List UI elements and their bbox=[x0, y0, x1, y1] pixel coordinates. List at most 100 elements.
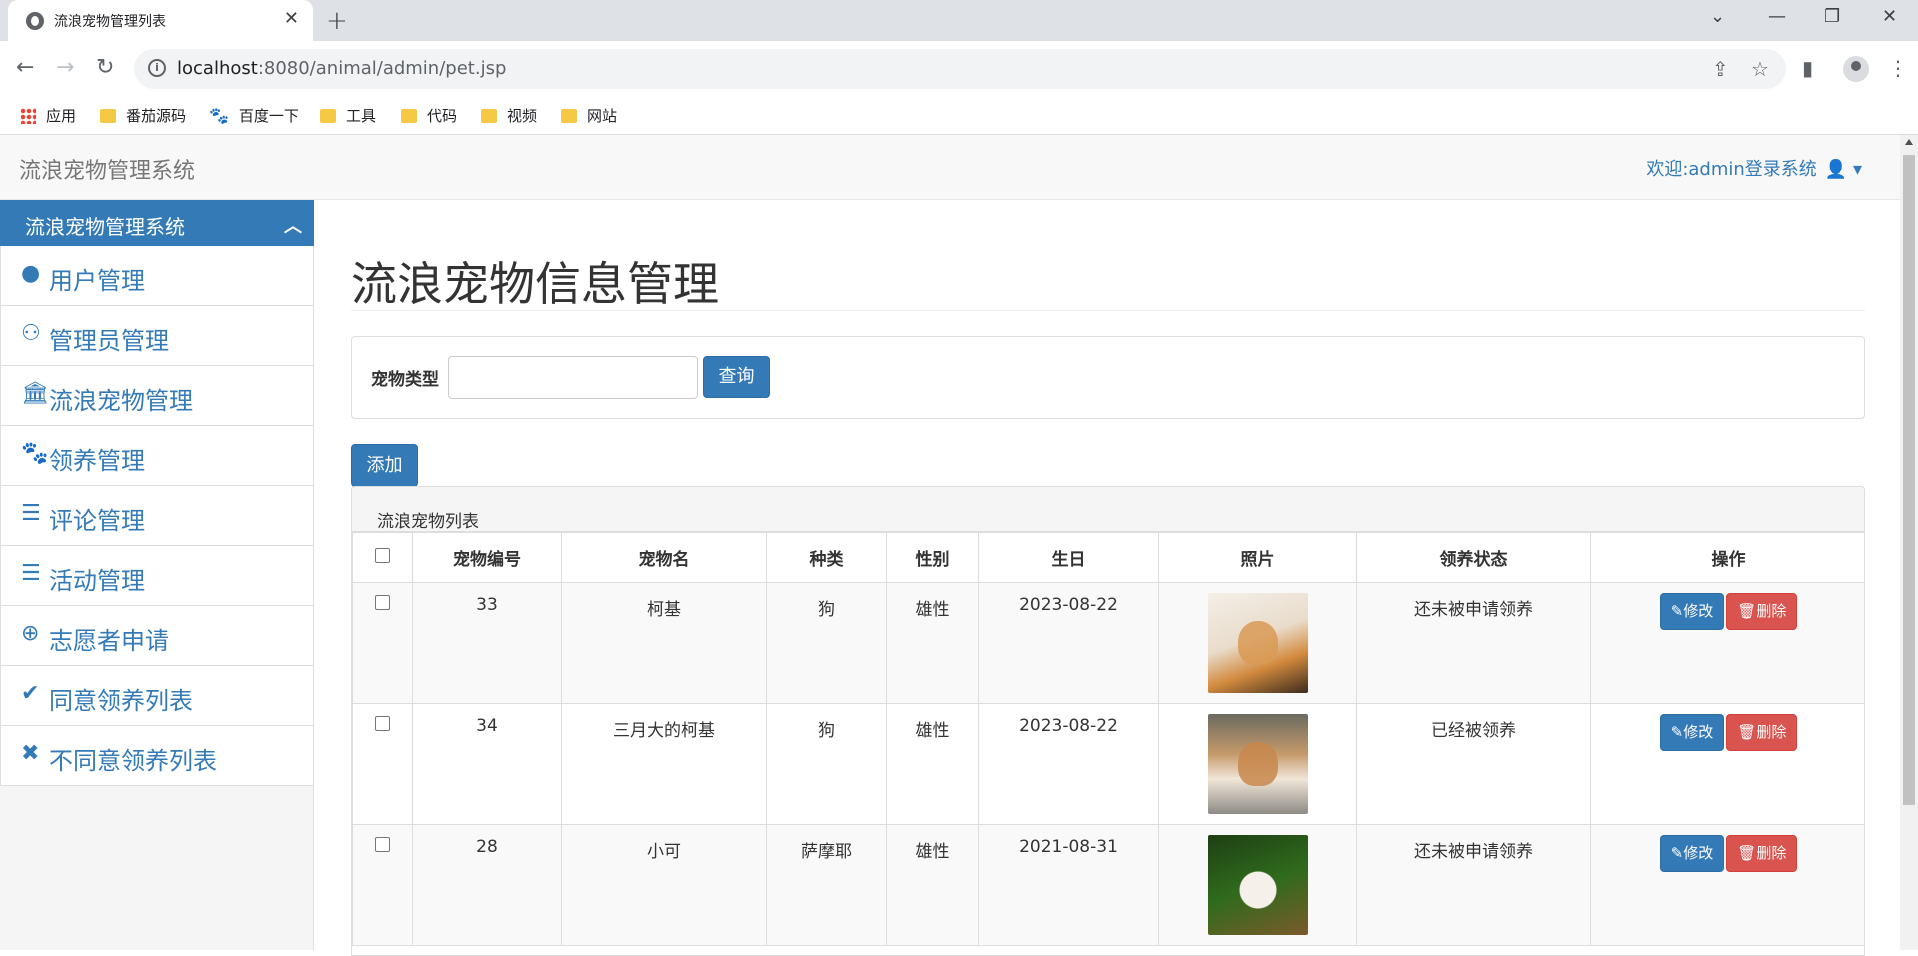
row-checkbox[interactable] bbox=[375, 595, 390, 610]
dog-shape bbox=[1237, 742, 1278, 786]
user-icon: ● bbox=[21, 261, 41, 286]
browser-tab-strip: 流浪宠物管理列表 ✕ + ⌄ — ❐ ✕ bbox=[0, 0, 1918, 41]
tab-search-icon[interactable]: ⌄ bbox=[1710, 6, 1725, 27]
select-all-checkbox[interactable] bbox=[375, 547, 390, 563]
globe-icon bbox=[26, 12, 44, 30]
user-menu[interactable]: 欢迎:admin登录系统 👤 ▾ bbox=[1646, 155, 1862, 181]
reload-icon[interactable]: ↻ bbox=[96, 55, 114, 80]
bookmark-label: 百度一下 bbox=[238, 107, 299, 125]
row-select-cell bbox=[352, 582, 413, 704]
search-panel: 宠物类型 查询 bbox=[351, 336, 1865, 419]
bookmark-baidu[interactable]: 🐾 百度一下 bbox=[209, 105, 299, 126]
minimize-icon[interactable]: — bbox=[1768, 6, 1786, 27]
sidebar-item-activities[interactable]: ☰ 活动管理 bbox=[0, 546, 314, 606]
add-pet-button[interactable]: 添加 bbox=[351, 444, 418, 487]
row-checkbox[interactable] bbox=[375, 837, 390, 852]
new-tab-button[interactable]: + bbox=[326, 6, 348, 36]
row-select-cell bbox=[352, 824, 413, 946]
edit-button[interactable]: ✎修改 bbox=[1659, 714, 1725, 751]
users-icon: ⚇ bbox=[21, 321, 41, 346]
sidebar-item-users[interactable]: ● 用户管理 bbox=[0, 246, 314, 306]
pet-photo-cell bbox=[1158, 824, 1357, 946]
bookmark-label: 视频 bbox=[507, 107, 538, 125]
menu-kebab-icon[interactable]: ⋮ bbox=[1888, 56, 1908, 80]
pet-type-label: 宠物类型 bbox=[371, 370, 439, 390]
edit-button[interactable]: ✎修改 bbox=[1659, 593, 1725, 630]
sidebar-item-label: 用户管理 bbox=[49, 267, 145, 295]
chevron-up-icon: ︿ bbox=[284, 216, 302, 237]
edit-label: 修改 bbox=[1683, 723, 1714, 741]
navbar-brand[interactable]: 流浪宠物管理系统 bbox=[19, 153, 195, 185]
folder-icon bbox=[561, 108, 577, 123]
sidebar-item-admins[interactable]: ⚇ 管理员管理 bbox=[0, 306, 314, 366]
sidebar-header[interactable]: 流浪宠物管理系统 ︿ bbox=[0, 200, 314, 246]
delete-button[interactable]: 🗑删除 bbox=[1726, 714, 1798, 751]
delete-label: 删除 bbox=[1756, 602, 1787, 620]
edit-button[interactable]: ✎修改 bbox=[1659, 835, 1725, 872]
sidebar-item-approved[interactable]: ✔ 同意领养列表 bbox=[0, 666, 314, 726]
bookmark-star-icon[interactable]: ☆ bbox=[1751, 57, 1769, 81]
bookmark-folder[interactable]: 番茄源码 bbox=[100, 105, 186, 126]
table-row: 33 柯基 狗 雄性 2023-08-22 还未被申请领养 ✎修改 🗑删除 bbox=[352, 582, 1864, 704]
share-icon[interactable]: ⇪ bbox=[1712, 57, 1729, 81]
close-window-icon[interactable]: ✕ bbox=[1882, 6, 1897, 27]
restore-icon[interactable]: ❐ bbox=[1824, 6, 1840, 27]
adoption-status-cell: 已经被领养 bbox=[1356, 703, 1591, 825]
row-checkbox[interactable] bbox=[375, 716, 390, 731]
bank-icon: 🏛 bbox=[21, 381, 49, 406]
edit-label: 修改 bbox=[1683, 844, 1714, 862]
back-arrow-icon[interactable]: ← bbox=[16, 55, 34, 80]
bookmark-folder[interactable]: 视频 bbox=[481, 105, 537, 126]
row-select-cell bbox=[352, 703, 413, 825]
bookmark-folder[interactable]: 代码 bbox=[401, 105, 457, 126]
sidebar-item-adoption[interactable]: 🐾 领养管理 bbox=[0, 426, 314, 486]
delete-button[interactable]: 🗑删除 bbox=[1726, 835, 1798, 872]
pet-photo-cell bbox=[1158, 582, 1357, 704]
baidu-paw-icon: 🐾 bbox=[209, 106, 229, 125]
sidebar-item-pets[interactable]: 🏛 流浪宠物管理 bbox=[0, 366, 314, 426]
bookmark-label: 应用 bbox=[46, 107, 77, 125]
sidebar-item-rejected[interactable]: ✖ 不同意领养列表 bbox=[0, 726, 314, 786]
folder-icon bbox=[320, 108, 336, 123]
pencil-icon: ✎ bbox=[1670, 844, 1684, 862]
times-icon: ✖ bbox=[21, 741, 40, 766]
bookmark-apps[interactable]: 应用 bbox=[20, 105, 76, 126]
delete-button[interactable]: 🗑删除 bbox=[1726, 593, 1798, 630]
list-icon: ☰ bbox=[21, 501, 41, 526]
sidebar-item-label: 流浪宠物管理 bbox=[49, 387, 193, 415]
sidebar-item-comments[interactable]: ☰ 评论管理 bbox=[0, 486, 314, 546]
pet-birthday-cell: 2021-08-31 bbox=[978, 824, 1159, 946]
pet-type-input[interactable] bbox=[448, 356, 698, 399]
sidebar-item-volunteers[interactable]: ⊕ 志愿者申请 bbox=[0, 606, 314, 666]
search-button[interactable]: 查询 bbox=[703, 356, 770, 398]
page-scrollbar[interactable] bbox=[1900, 135, 1918, 950]
profile-avatar-icon[interactable] bbox=[1843, 56, 1869, 82]
bookmark-label: 网站 bbox=[587, 107, 618, 125]
pet-name-cell: 小可 bbox=[561, 824, 767, 946]
pet-sex-cell: 雄性 bbox=[886, 824, 979, 946]
actions-cell: ✎修改 🗑删除 bbox=[1590, 582, 1864, 704]
address-bar[interactable]: i localhost:8080/animal/admin/pet.jsp ⇪ … bbox=[134, 49, 1786, 89]
site-info-icon[interactable]: i bbox=[148, 59, 166, 77]
page-title: 流浪宠物信息管理 bbox=[351, 257, 719, 311]
pet-id-cell: 33 bbox=[412, 582, 562, 704]
scrollbar-thumb[interactable] bbox=[1903, 155, 1915, 805]
column-header: 生日 bbox=[978, 532, 1159, 583]
check-icon: ✔ bbox=[21, 681, 40, 706]
bookmark-label: 番茄源码 bbox=[126, 107, 187, 125]
main-content: 流浪宠物信息管理 宠物类型 查询 添加 流浪宠物列表 宠物编号 宠物名 种类 性… bbox=[351, 200, 1865, 956]
close-tab-icon[interactable]: ✕ bbox=[284, 8, 299, 29]
pet-name-cell: 三月大的柯基 bbox=[561, 703, 767, 825]
side-panel-icon[interactable]: ▮ bbox=[1802, 56, 1813, 80]
column-header: 操作 bbox=[1590, 532, 1864, 583]
list-heading: 流浪宠物列表 bbox=[352, 487, 1864, 532]
browser-tab[interactable]: 流浪宠物管理列表 ✕ bbox=[8, 0, 313, 41]
bookmark-folder[interactable]: 网站 bbox=[561, 105, 617, 126]
column-header: 领养状态 bbox=[1356, 532, 1591, 583]
forward-arrow-icon[interactable]: → bbox=[56, 55, 74, 80]
bookmark-folder[interactable]: 工具 bbox=[320, 105, 376, 126]
corgi-puppy-photo bbox=[1207, 714, 1308, 814]
pet-list-panel: 流浪宠物列表 宠物编号 宠物名 种类 性别 生日 照片 领养状态 操作 33 柯… bbox=[351, 486, 1865, 956]
scroll-up-arrow-icon[interactable] bbox=[1905, 139, 1913, 145]
bookmark-label: 工具 bbox=[346, 107, 377, 125]
